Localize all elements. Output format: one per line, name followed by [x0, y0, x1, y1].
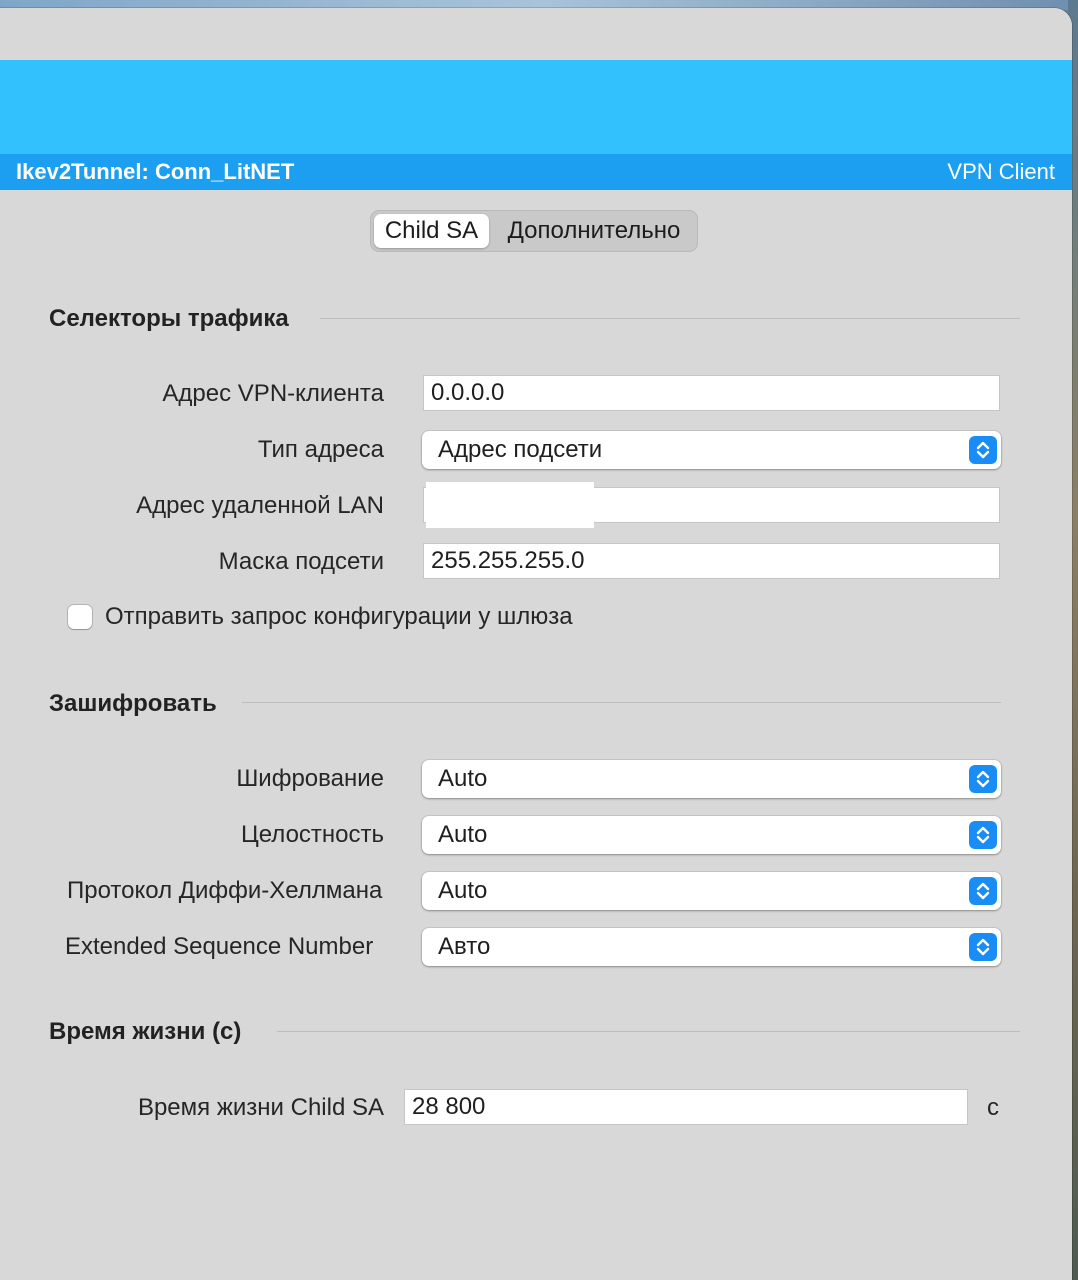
- tab-advanced[interactable]: Дополнительно: [495, 214, 693, 248]
- tab-control: Child SA Дополнительно: [370, 210, 698, 252]
- subnet-mask-field[interactable]: 255.255.255.0: [423, 543, 1000, 579]
- remote-lan-address-label: Адрес удаленной LAN: [136, 492, 384, 519]
- address-type-select[interactable]: Адрес подсети: [422, 431, 1001, 469]
- section-title-lifetime: Время жизни (с): [49, 1018, 242, 1045]
- child-sa-lifetime-field[interactable]: 28 800: [404, 1089, 968, 1125]
- module-name: VPN Client: [947, 159, 1055, 184]
- chevron-up-down-icon: [969, 933, 997, 961]
- lifetime-unit: с: [987, 1094, 999, 1121]
- tab-child-sa[interactable]: Child SA: [374, 214, 489, 248]
- chevron-up-down-icon: [969, 765, 997, 793]
- chevron-up-down-icon: [969, 877, 997, 905]
- section-title-encryption: Зашифровать: [49, 690, 217, 717]
- chevron-up-down-icon: [969, 436, 997, 464]
- section-title-traffic-selectors: Селекторы трафика: [49, 305, 289, 332]
- redacted-area: [426, 482, 594, 528]
- request-config-checkbox[interactable]: [68, 605, 92, 629]
- child-sa-lifetime-label: Время жизни Child SA: [137, 1094, 384, 1121]
- address-type-value: Адрес подсети: [438, 436, 603, 463]
- cipher-select[interactable]: Auto: [422, 760, 1001, 798]
- section-divider: [242, 702, 1001, 703]
- vpn-client-address-field[interactable]: 0.0.0.0: [423, 375, 1000, 411]
- dh-group-value: Auto: [438, 877, 488, 904]
- cipher-label: Шифрование: [236, 765, 384, 792]
- integrity-select[interactable]: Auto: [422, 816, 1001, 854]
- chevron-up-down-icon: [969, 821, 997, 849]
- dh-group-select[interactable]: Auto: [422, 872, 1001, 910]
- esn-select[interactable]: Авто: [422, 928, 1001, 966]
- section-divider: [320, 318, 1020, 319]
- dh-group-label: Протокол Диффи-Хеллмана: [67, 877, 383, 904]
- path-bar: Ikev2Tunnel: Conn_LitNET VPN Client: [0, 154, 1072, 190]
- tunnel-path-title: Ikev2Tunnel: Conn_LitNET: [16, 159, 295, 184]
- esn-label: Extended Sequence Number: [65, 933, 374, 960]
- section-divider: [277, 1031, 1020, 1032]
- esn-value: Авто: [438, 933, 491, 960]
- subnet-mask-label: Маска подсети: [218, 548, 384, 575]
- vpn-client-address-label: Адрес VPN-клиента: [162, 380, 384, 407]
- window-titlebar[interactable]: [0, 8, 1072, 60]
- integrity-label: Целостность: [240, 821, 384, 848]
- header-banner: [0, 60, 1072, 154]
- integrity-value: Auto: [438, 821, 488, 848]
- address-type-label: Тип адреса: [257, 436, 384, 463]
- request-config-label[interactable]: Отправить запрос конфигурации у шлюза: [105, 603, 573, 631]
- cipher-value: Auto: [438, 765, 488, 792]
